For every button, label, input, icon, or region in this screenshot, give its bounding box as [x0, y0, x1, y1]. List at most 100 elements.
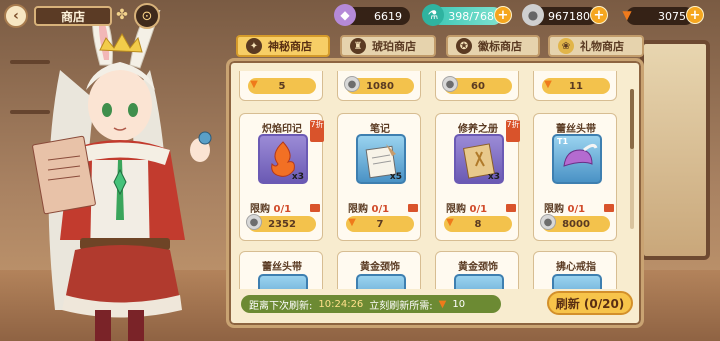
- refresh-info-bar: 距离下次刷新: 10:24:26 立刻刷新所需: ▼ 10: [241, 295, 501, 313]
- scrollbar[interactable]: [630, 89, 634, 229]
- gift-icon: ❀: [558, 38, 574, 54]
- refresh-countdown-label: 距离下次刷新:: [249, 300, 313, 312]
- shop-item-card[interactable]: 黄金颈饰: [337, 251, 421, 289]
- purchase-limit: 限购 0/1: [446, 200, 487, 215]
- add-carrots-button[interactable]: +: [686, 6, 704, 24]
- price-value: 8: [474, 218, 482, 230]
- price-tag[interactable]: ● 2352: [246, 214, 316, 232]
- scrollbar-thumb[interactable]: [630, 89, 634, 149]
- tab-gift-shop[interactable]: ❀ 礼物商店: [548, 35, 644, 57]
- amber-icon: ♜: [350, 38, 366, 54]
- coin-icon: ●: [540, 214, 556, 230]
- discount-tag: 7折: [310, 120, 324, 142]
- discount-tag: 7折: [506, 120, 520, 142]
- price-tag[interactable]: ▼ 7: [346, 216, 414, 232]
- limit-value: 0/1: [273, 204, 292, 215]
- back-button[interactable]: ‹: [4, 4, 28, 28]
- home-button[interactable]: ⊙: [134, 3, 160, 29]
- refresh-countdown-timer: 10:24:26: [318, 298, 364, 310]
- shop-panel: ▼ 5 ● 1080 ● 60 ▼ 11 炽焰印记 x3 7折 限购 0/1 ●…: [226, 58, 644, 328]
- resource-coins-value: 967180: [548, 9, 590, 23]
- shop-item-card[interactable]: 笔记 x5 限购 0/1 ▼ 7: [337, 113, 421, 241]
- tab-amber-shop[interactable]: ♜ 琥珀商店: [340, 35, 436, 57]
- resource-stamina: ⚗ 398/768 +: [422, 4, 512, 26]
- discount-marker: [506, 204, 516, 212]
- shop-item-card[interactable]: 蕾丝头带: [239, 251, 323, 289]
- tab-label: 神秘商店: [268, 40, 312, 53]
- add-stamina-button[interactable]: +: [494, 6, 512, 24]
- price-value: 60: [471, 80, 485, 92]
- shop-item-card[interactable]: 蕾丝头带 T1 限购 0/1 ● 8000: [533, 113, 617, 241]
- price-value: 5: [278, 80, 286, 92]
- shop-item-partial[interactable]: ● 1080: [337, 71, 421, 101]
- carrot-icon: ▼: [438, 298, 447, 310]
- coin-icon: ●: [246, 214, 262, 230]
- item-name: 蕾丝头带: [262, 262, 302, 273]
- tab-label: 琥珀商店: [372, 40, 416, 53]
- cultivation-book-icon: x3: [454, 134, 504, 184]
- notebook-icon: x5: [356, 134, 406, 184]
- page-title: 商店: [34, 6, 112, 26]
- crystal-icon: ◆: [334, 4, 356, 26]
- item-frame: [552, 274, 602, 289]
- price-tag[interactable]: ▼ 8: [444, 216, 512, 232]
- coin-icon: ●: [522, 4, 544, 26]
- limit-value: 0/1: [567, 204, 586, 215]
- resource-carrots-value: 3075: [658, 9, 686, 23]
- shop-item-card[interactable]: 拂心戒指: [533, 251, 617, 289]
- purchase-limit: 限购 0/1: [348, 200, 389, 215]
- instant-refresh-label: 立刻刷新所需:: [369, 300, 433, 312]
- instant-refresh-cost: 10: [452, 298, 466, 310]
- item-frame: [356, 274, 406, 289]
- item-name: 笔记: [370, 124, 390, 135]
- limit-value: 0/1: [469, 204, 488, 215]
- carrot-icon: ▼: [348, 216, 356, 228]
- shop-item-card[interactable]: 黄金颈饰: [435, 251, 519, 289]
- purchase-limit: 限购 0/1: [544, 200, 585, 215]
- item-quantity: x5: [389, 172, 402, 182]
- clover-icon: ✤: [116, 7, 128, 23]
- price-value: 2352: [268, 218, 296, 230]
- tab-mystery-shop[interactable]: ✦ 神秘商店: [236, 35, 330, 57]
- stamina-potion-icon: ⚗: [422, 4, 444, 26]
- shop-item-partial[interactable]: ▼ 5: [239, 71, 323, 101]
- price-value: 7: [376, 218, 384, 230]
- item-name: 蕾丝头带: [556, 124, 596, 135]
- shop-item-card[interactable]: 修养之册 x3 7折 限购 0/1 ▼ 8: [435, 113, 520, 241]
- item-name: 黄金颈饰: [360, 262, 400, 273]
- item-name: 拂心戒指: [556, 262, 596, 273]
- shop-item-grid: ▼ 5 ● 1080 ● 60 ▼ 11 炽焰印记 x3 7折 限购 0/1 ●…: [239, 71, 624, 289]
- item-quantity: x3: [291, 172, 304, 182]
- flame-mark-icon: x3: [258, 134, 308, 184]
- tab-label: 礼物商店: [580, 40, 624, 53]
- price-tag[interactable]: ● 8000: [540, 214, 610, 232]
- discount-marker: [310, 204, 320, 212]
- refresh-button[interactable]: 刷新 (0/20): [547, 291, 633, 315]
- coin-icon: ●: [344, 76, 360, 92]
- discount-marker: [408, 204, 418, 212]
- shop-item-partial[interactable]: ● 60: [435, 71, 519, 101]
- resource-gems: ◆ 6619: [334, 4, 410, 26]
- item-frame: [454, 274, 504, 289]
- badge-icon: ✪: [456, 38, 472, 54]
- item-name: 黄金颈饰: [458, 262, 498, 273]
- carrot-icon: ▼: [622, 8, 632, 22]
- mystery-icon: ✦: [246, 38, 262, 54]
- tab-badge-shop[interactable]: ✪ 徽标商店: [446, 35, 540, 57]
- item-frame: [258, 274, 308, 289]
- limit-value: 0/1: [371, 204, 390, 215]
- price-value: 8000: [562, 218, 590, 230]
- price-value: 1080: [366, 80, 394, 92]
- shop-item-partial[interactable]: ▼ 11: [533, 71, 617, 101]
- carrot-icon: ▼: [446, 216, 454, 228]
- resource-stamina-value: 398/768: [448, 9, 494, 23]
- add-coins-button[interactable]: +: [590, 6, 608, 24]
- price-tag: ▼ 11: [542, 78, 610, 94]
- price-tag: ● 60: [442, 76, 512, 94]
- resource-carrots: ▼ 3075 +: [622, 6, 704, 25]
- price-value: 11: [569, 80, 583, 92]
- shopkeeper-character: [32, 10, 212, 341]
- price-tag: ▼ 5: [248, 78, 316, 94]
- shop-item-card[interactable]: 炽焰印记 x3 7折 限购 0/1 ● 2352: [239, 113, 324, 241]
- coin-icon: ●: [442, 76, 458, 92]
